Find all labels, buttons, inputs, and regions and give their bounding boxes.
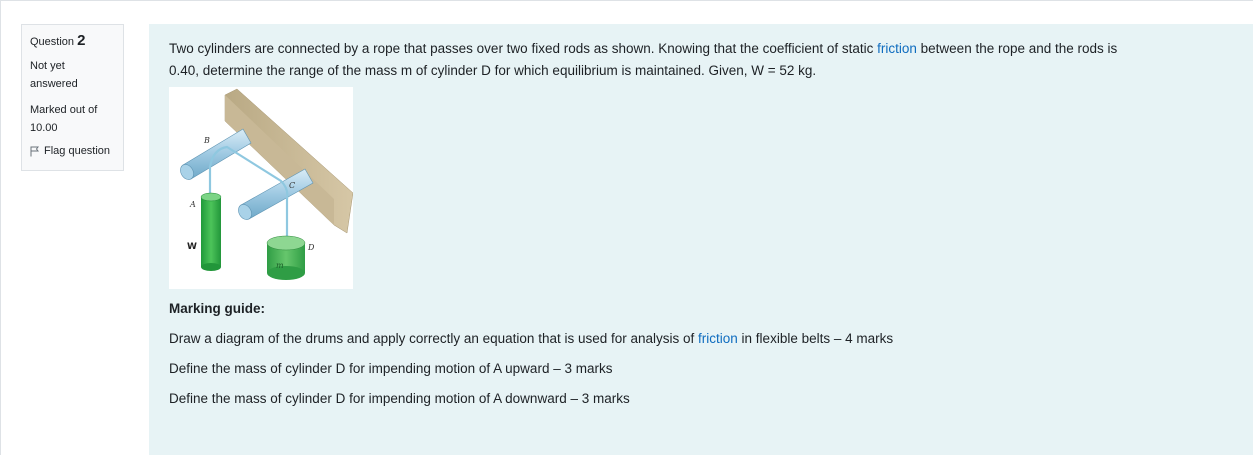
cylinders-diagram: B C A W D m — [180, 88, 353, 280]
guide-text-part: Draw a diagram of the drums and apply co… — [169, 331, 699, 346]
marking-guide-title: Marking guide: — [169, 301, 266, 316]
question-figure: B C A W D m — [169, 87, 353, 289]
top-border — [0, 0, 1253, 1]
left-border — [0, 0, 1, 455]
question-text: Two cylinders are connected by a rope th… — [169, 38, 1233, 82]
question-content: Two cylinders are connected by a rope th… — [149, 24, 1253, 455]
label-a: A — [189, 200, 196, 209]
label-b: B — [203, 136, 210, 145]
label-m: m — [276, 261, 284, 270]
label-d: D — [307, 243, 315, 252]
flag-icon — [30, 146, 39, 156]
friction-link[interactable]: friction — [877, 41, 917, 56]
question-text-line1: Two cylinders are connected by a rope th… — [169, 38, 1233, 60]
marking-guide-item-1: Draw a diagram of the drums and apply co… — [169, 329, 1233, 349]
question-state: Not yet answered — [30, 60, 78, 90]
guide-text-part: in flexible belts – 4 marks — [737, 331, 894, 346]
marking-guide-item-3: Define the mass of cylinder D for impend… — [169, 391, 630, 406]
cylinder-a — [200, 192, 222, 271]
label-w: W — [187, 242, 197, 252]
question-info-panel: Question 2 Not yet answered Marked out o… — [21, 24, 124, 171]
label-c: C — [289, 181, 295, 190]
question-text-part: Two cylinders are connected by a rope th… — [169, 41, 878, 56]
question-text-part: between the rope and the rods is — [916, 41, 1118, 56]
marking-guide-item-2: Define the mass of cylinder D for impend… — [169, 361, 613, 376]
question-number-value: 2 — [77, 32, 86, 49]
question-text-line2: 0.40, determine the range of the mass m … — [169, 63, 817, 78]
question-grade: Marked out of 10.00 — [30, 104, 98, 134]
cylinder-d — [266, 235, 306, 280]
flag-question-button[interactable]: Flag question — [30, 145, 115, 157]
flag-question-label: Flag question — [44, 145, 111, 157]
question-number: Question 2 — [30, 33, 115, 50]
question-label: Question — [30, 36, 75, 48]
friction-link[interactable]: friction — [698, 331, 738, 346]
